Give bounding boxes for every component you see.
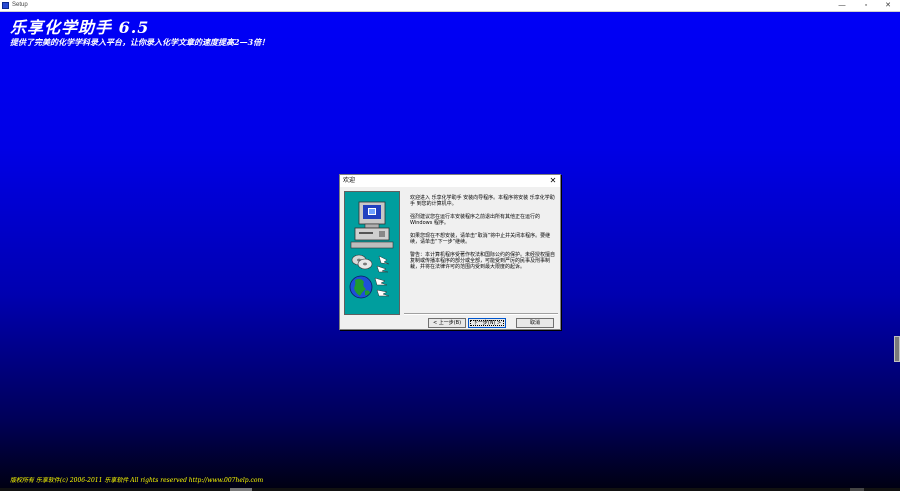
dialog-close-button[interactable]: ✕ — [546, 175, 560, 187]
globe-icon — [349, 275, 390, 299]
disk-icon — [351, 254, 390, 273]
banner-subtitle: 提供了完美的化学学科录入平台，让你录入化学文章的速度提高2—3倍！ — [10, 37, 270, 47]
cancel-button[interactable]: 取消 — [516, 318, 554, 328]
window-titlebar: Setup — ▫ ✕ — [0, 0, 900, 12]
window-title: Setup — [12, 2, 28, 8]
dialog-message: 欢迎进入 乐享化学助手 安装向导程序。本程序将安装 乐享化学助手 到您的计算机中… — [410, 195, 556, 277]
welcome-paragraph: 欢迎进入 乐享化学助手 安装向导程序。本程序将安装 乐享化学助手 到您的计算机中… — [410, 195, 555, 207]
copyright-footer: 版权所有 乐享软件(c) 2006-2011 乐享软件 All rights r… — [10, 477, 264, 484]
maximize-button[interactable]: ▫ — [854, 0, 878, 11]
warning-paragraph: 警告：本计算机程序受著作权法和国际公约的保护。未经授权擅自复制或传播本程序的部分… — [410, 252, 556, 270]
back-button[interactable]: < 上一步(B) — [428, 318, 466, 328]
setup-illustration — [349, 201, 394, 299]
minimize-button[interactable]: — — [830, 0, 854, 11]
welcome-dialog: 欢迎 ✕ 欢迎进入 乐享化学助手 安装向导程序。本程序将安装 乐享化学助手 到您… — [339, 174, 561, 330]
close-programs-paragraph: 强烈建议您在运行本安装程序之前退出所有其他正在运行的 Windows 程序。 — [410, 214, 541, 226]
dialog-titlebar: 欢迎 ✕ — [340, 175, 560, 187]
next-button[interactable]: 下一步(N) > — [468, 318, 506, 328]
banner-title: 乐享化学助手 6.5 — [10, 18, 150, 37]
close-button[interactable]: ✕ — [876, 0, 900, 11]
dialog-title: 欢迎 — [343, 177, 356, 184]
continue-paragraph: 如果您现在不想安装，请单击“取消”将中止并关闭本程序。要继续，请单击“下一步”继… — [410, 233, 551, 245]
computer-icon — [350, 201, 394, 249]
side-handle[interactable] — [894, 336, 900, 362]
button-divider — [404, 313, 558, 315]
app-icon — [2, 2, 9, 9]
setup-illustration-panel — [344, 191, 400, 315]
